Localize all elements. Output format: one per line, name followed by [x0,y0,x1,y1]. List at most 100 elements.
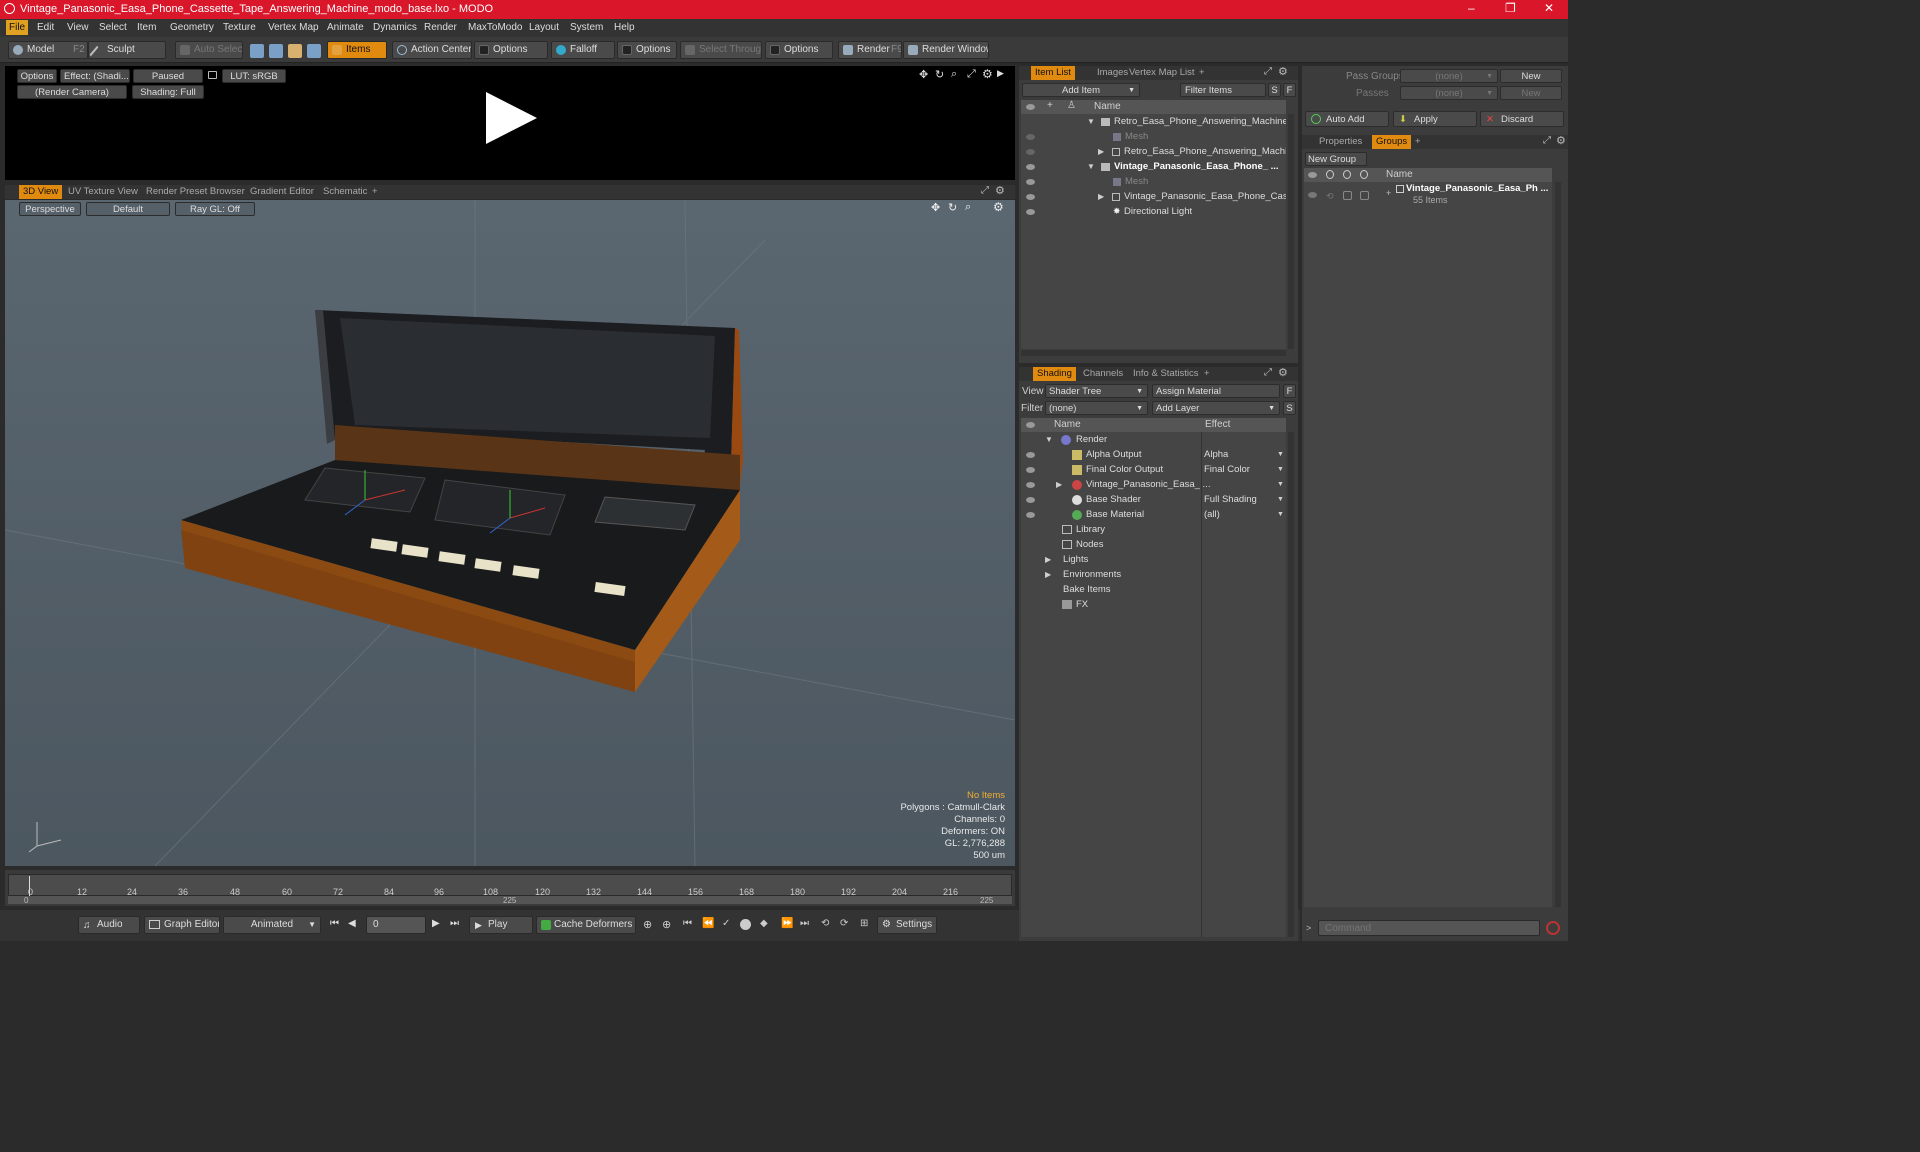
auto-add-button[interactable]: Auto Add [1305,111,1389,127]
lock-icon[interactable] [208,71,217,79]
shader-row[interactable]: Bake Items [1021,582,1286,597]
auto-key-icon[interactable]: ✓ [722,918,730,929]
shader-tree-dropdown[interactable]: Shader Tree ▼ [1045,384,1148,398]
expand-icon[interactable]: ▼ [1087,159,1095,174]
menu-help[interactable]: Help [614,22,635,33]
tab-info-statistics[interactable]: Info & Statistics [1133,367,1198,381]
effect-chevron-icon[interactable]: ▼ [1277,492,1284,507]
visibility-icon[interactable] [1026,497,1035,503]
group-lock-checkbox[interactable] [1343,191,1352,200]
visibility-icon[interactable] [1026,164,1035,170]
preview-options-button[interactable]: Options [17,69,57,83]
tab-item-list[interactable]: Item List [1031,66,1075,80]
groups-scrollbar[interactable] [1555,182,1561,907]
tab-uv-texture-view[interactable]: UV Texture View [68,185,138,199]
visibility-icon[interactable] [1026,452,1035,458]
auto-select-button[interactable]: Auto Select [175,41,243,59]
materials-mode-icon[interactable] [307,44,321,58]
tab-3d-view[interactable]: 3D View [19,185,63,199]
bounce-icon[interactable]: ⟳ [840,918,848,929]
gear-icon[interactable]: ⚙ [982,67,993,81]
menu-system[interactable]: System [570,22,603,33]
group-expand-icon[interactable]: + [1386,188,1391,198]
assign-material-button[interactable]: Assign Material [1152,384,1280,398]
apply-button[interactable]: ⬇ Apply [1393,111,1477,127]
shader-row[interactable]: Nodes [1021,537,1286,552]
frame-input[interactable]: 0 [366,916,426,934]
audio-button[interactable]: ♫ Audio [78,916,140,934]
shader-row[interactable]: Final Color Output Final Color ▼ [1021,462,1286,477]
maximize-button[interactable]: ❐ [1505,1,1516,15]
menu-edit[interactable]: Edit [37,22,54,33]
tab-vertex-map-list[interactable]: Vertex Map List [1129,66,1194,80]
expand-icon[interactable]: ▼ [1045,432,1053,447]
new-pass-button[interactable]: New [1500,86,1562,100]
menu-animate[interactable]: Animate [327,22,364,33]
expand-arrow-icon[interactable]: ▶ [997,68,1004,79]
3d-viewport[interactable]: Perspective Default Ray GL: Off ✥ ↻ ⌕ ⚙ [5,200,1015,866]
tab-images[interactable]: Images [1097,66,1128,80]
sculpt-button[interactable]: Sculpt [88,41,166,59]
shader-row[interactable]: Alpha Output Alpha ▼ [1021,447,1286,462]
visibility-icon[interactable] [1026,482,1035,488]
effect-chevron-icon[interactable]: ▼ [1277,477,1284,492]
snap-icon[interactable]: ⊞ [860,918,868,929]
step-forward-icon[interactable]: ▶ [432,918,440,929]
filter-dropdown[interactable]: (none) ▼ [1045,401,1148,415]
tab-channels[interactable]: Channels [1083,367,1123,381]
menu-render[interactable]: Render [424,22,457,33]
menu-item[interactable]: Item [137,22,156,33]
item-row[interactable]: ▼ Vintage_Panasonic_Easa_Phone_ ... [1021,159,1286,174]
next-key-icon[interactable]: ⏭ [800,918,809,929]
visibility-icon[interactable] [1026,149,1035,155]
key-tool-icon-1[interactable]: ⊕ [643,918,652,931]
step-back-icon[interactable]: ◀ [348,918,356,929]
rotate-icon[interactable]: ↻ [935,68,944,81]
item-row[interactable]: ▶ Vintage_Panasonic_Easa_Phone_Cas ... [1021,189,1286,204]
model-button[interactable]: Model F2 [8,41,88,59]
render-window-button[interactable]: Render Window [903,41,989,59]
menu-layout[interactable]: Layout [529,22,559,33]
add-layer-dropdown[interactable]: Add Layer ▼ [1152,401,1280,415]
shader-effect[interactable]: Alpha [1204,447,1228,462]
menu-texture[interactable]: Texture [223,22,256,33]
prev-key-icon[interactable]: ⏮ [683,918,692,929]
visibility-icon[interactable] [1026,134,1035,140]
prev-frame-icon[interactable]: ⏪ [702,918,714,929]
new-pass-group-button[interactable]: New [1500,69,1562,83]
shader-effect[interactable]: Full Shading [1204,492,1257,507]
shader-tree-scrollbar[interactable] [1288,432,1294,937]
expand-icon[interactable]: ▼ [1087,114,1095,129]
items-mode-button[interactable]: Items [327,41,387,59]
discard-button[interactable]: ✕ Discard [1480,111,1564,127]
menu-maxtomodo[interactable]: MaxToModo [468,22,522,33]
effect-chevron-icon[interactable]: ▼ [1277,447,1284,462]
shader-row[interactable]: ▶ Lights [1021,552,1286,567]
shader-row[interactable]: Base Shader Full Shading ▼ [1021,492,1286,507]
visibility-icon[interactable] [1026,209,1035,215]
tab-gradient-editor[interactable]: Gradient Editor [250,185,314,199]
menu-geometry[interactable]: Geometry [170,22,214,33]
vertices-mode-icon[interactable] [250,44,264,58]
item-list-gear-icon[interactable]: ⚙ [1278,65,1288,78]
expand-icon[interactable]: ▶ [1098,144,1104,159]
expand-icon[interactable]: ▶ [1056,477,1062,492]
paused-button[interactable]: Paused [133,69,203,83]
add-item-list-tab[interactable]: + [1199,66,1205,80]
options-button-3[interactable]: Options [765,41,833,59]
zoom-icon[interactable]: ⌕ [951,68,957,81]
shader-row[interactable]: ▼ Render [1021,432,1286,447]
polygons-mode-icon[interactable] [288,44,302,58]
edges-mode-icon[interactable] [269,44,283,58]
item-list-hscrollbar[interactable] [1021,350,1286,356]
menu-vertex-map[interactable]: Vertex Map [268,22,319,33]
add-item-dropdown[interactable]: Add Item ▼ [1022,83,1140,97]
tab-properties[interactable]: Properties [1319,135,1362,149]
shading-gear-icon[interactable]: ⚙ [1278,366,1288,379]
command-input[interactable] [1318,920,1540,936]
groups-gear-icon[interactable]: ⚙ [1556,134,1566,147]
menu-view[interactable]: View [67,22,89,33]
item-row[interactable]: Mesh [1021,129,1286,144]
next-frame-icon[interactable]: ⏩ [781,918,793,929]
shading-s-button[interactable]: S [1283,401,1296,415]
